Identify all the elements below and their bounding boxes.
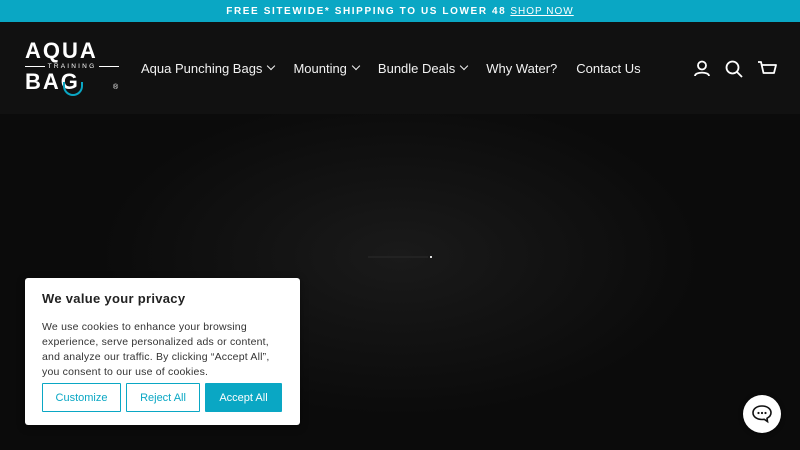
site-logo[interactable]: AQUA TRAINING BAG ®	[25, 40, 119, 96]
chevron-down-icon	[460, 61, 469, 71]
nav-item-why-water[interactable]: Why Water?	[486, 61, 557, 76]
nav-item-bundle-deals[interactable]: Bundle Deals	[378, 61, 469, 76]
chat-bubble-icon	[752, 405, 772, 424]
cookie-consent-banner: We value your privacy We use cookies to …	[25, 278, 300, 425]
nav-item-contact-us[interactable]: Contact Us	[576, 61, 640, 76]
announcement-bar: FREE SITEWIDE* SHIPPING TO US LOWER 48 S…	[0, 0, 800, 22]
shop-now-link[interactable]: SHOP NOW	[510, 6, 573, 17]
chevron-down-icon	[267, 61, 276, 71]
cart-icon[interactable]	[756, 58, 778, 80]
slideshow-progress-track	[368, 256, 428, 258]
customize-button[interactable]: Customize	[42, 383, 121, 412]
cookie-banner-actions: Customize Reject All Accept All	[42, 383, 282, 412]
chat-widget-button[interactable]	[743, 395, 781, 433]
logo-registered-mark: ®	[113, 84, 119, 91]
cookie-banner-body: We use cookies to enhance your browsing …	[42, 321, 270, 378]
search-icon[interactable]	[723, 58, 745, 80]
reject-all-button[interactable]: Reject All	[126, 383, 200, 412]
logo-line-aqua: AQUA	[25, 38, 98, 63]
nav-item-mounting[interactable]: Mounting	[293, 61, 361, 76]
slideshow-progress-indicator	[430, 256, 432, 258]
accept-all-button[interactable]: Accept All	[205, 383, 282, 412]
main-nav: Aqua Punching Bags Mounting Bundle Deals…	[141, 57, 660, 79]
nav-item-aqua-punching-bags[interactable]: Aqua Punching Bags	[141, 61, 276, 76]
account-icon[interactable]	[691, 58, 713, 80]
cookie-banner-title: We value your privacy	[42, 291, 186, 306]
logo-water-drop-icon	[63, 82, 83, 96]
chevron-down-icon	[351, 61, 361, 71]
announcement-text: FREE SITEWIDE* SHIPPING TO US LOWER 48	[226, 5, 507, 17]
